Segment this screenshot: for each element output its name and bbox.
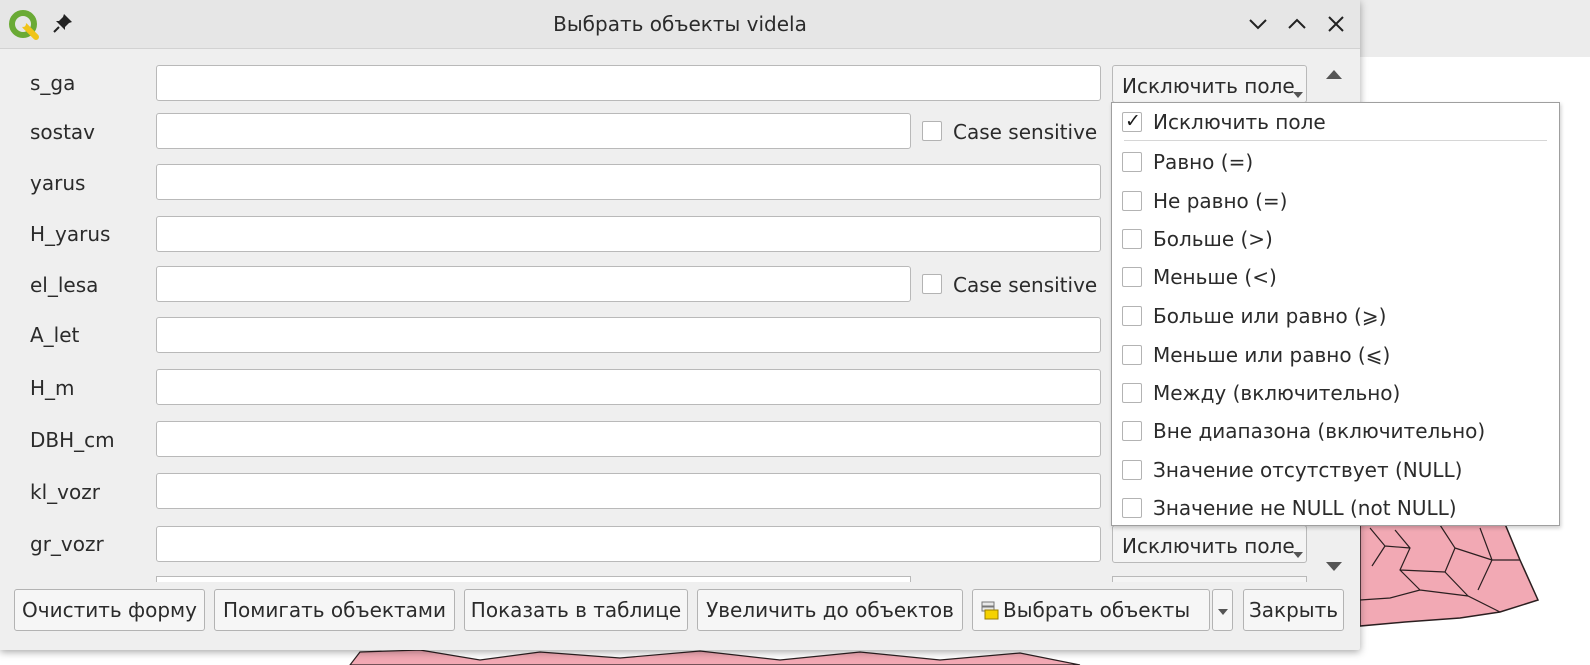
menu-item-checkbox[interactable] [1122, 383, 1142, 403]
field-input-sostav[interactable] [156, 113, 911, 149]
field-input-el_lesa[interactable] [156, 266, 911, 302]
close-window-button[interactable] [1323, 11, 1349, 37]
field-input-s_ga[interactable] [156, 65, 1101, 101]
menu-item-checkbox-checked[interactable]: ✓ [1122, 110, 1142, 132]
operator-combo-s_ga[interactable]: Исключить поле [1112, 65, 1307, 103]
menu-item-label: Не равно (=) [1153, 189, 1288, 213]
case-sensitive-label: Case sensitive [953, 120, 1098, 144]
menu-item-greater-or-equal[interactable]: Больше или равно (⩾) [1112, 298, 1559, 334]
menu-item-label: Исключить поле [1153, 110, 1326, 134]
checkmark-icon: ✓ [1125, 110, 1141, 132]
menu-item-label: Равно (=) [1153, 150, 1254, 174]
menu-item-checkbox[interactable] [1122, 229, 1142, 249]
menu-item-label: Больше (>) [1153, 227, 1273, 251]
menu-item-checkbox[interactable] [1122, 152, 1142, 172]
menu-item-checkbox[interactable] [1122, 306, 1142, 326]
field-input-A_let[interactable] [156, 317, 1101, 353]
menu-item-checkbox[interactable] [1122, 421, 1142, 441]
menu-item-is-null[interactable]: Значение отсутствует (NULL) [1112, 452, 1559, 488]
field-input-H_m[interactable] [156, 369, 1101, 405]
field-label-gr_vozr: gr_vozr [30, 532, 104, 556]
menu-item-between[interactable]: Между (включительно) [1112, 375, 1559, 411]
operator-menu: ✓ Исключить поле Равно (=) Не равно (=) … [1111, 102, 1560, 526]
field-label-A_let: A_let [30, 323, 80, 347]
field-label-kl_vozr: kl_vozr [30, 480, 100, 504]
menu-item-greater[interactable]: Больше (>) [1112, 221, 1559, 257]
flash-features-button[interactable]: Помигать объектами [214, 589, 455, 631]
menu-item-label: Между (включительно) [1153, 381, 1401, 405]
menu-item-checkbox[interactable] [1122, 460, 1142, 480]
menu-item-not-equal[interactable]: Не равно (=) [1112, 183, 1559, 219]
window-title: Выбрать объекты videla [553, 12, 807, 36]
field-input-yarus[interactable] [156, 164, 1101, 200]
map-canvas-bottom [0, 650, 1360, 665]
field-input-gr_vozr[interactable] [156, 526, 1101, 562]
maximize-button[interactable] [1284, 11, 1310, 37]
menu-item-label: Меньше (<) [1153, 265, 1277, 289]
menu-item-not-between[interactable]: Вне диапазона (включительно) [1112, 413, 1559, 449]
field-input-H_yarus[interactable] [156, 216, 1101, 252]
menu-item-label: Меньше или равно (⩽) [1153, 343, 1391, 367]
select-features-icon [981, 601, 999, 620]
case-sensitive-checkbox-sostav[interactable] [922, 121, 942, 141]
scroll-up-arrow-icon[interactable] [1326, 70, 1342, 79]
menu-item-less[interactable]: Меньше (<) [1112, 259, 1559, 295]
operator-combo-label: Исключить поле [1122, 534, 1295, 558]
field-input-partial [156, 576, 911, 582]
field-label-H_m: H_m [30, 376, 75, 400]
close-button[interactable]: Закрыть [1243, 589, 1344, 631]
title-bar: Выбрать объекты videla [0, 0, 1360, 49]
menu-item-checkbox[interactable] [1122, 345, 1142, 365]
select-features-button[interactable]: Выбрать объекты [972, 589, 1210, 631]
field-label-DBH_cm: DBH_cm [30, 428, 115, 452]
menu-separator [1124, 140, 1547, 141]
field-label-s_ga: s_ga [30, 71, 76, 95]
field-label-sostav: sostav [30, 120, 96, 144]
operator-combo-label: Исключить поле [1122, 74, 1295, 98]
case-sensitive-label: Case sensitive [953, 273, 1098, 297]
chevron-up-icon [1288, 18, 1306, 29]
menu-item-exclude-field[interactable]: ✓ Исключить поле [1112, 104, 1559, 140]
clear-form-button[interactable]: Очистить форму [14, 589, 205, 631]
field-label-H_yarus: H_yarus [30, 222, 111, 246]
case-sensitive-checkbox-el_lesa[interactable] [922, 274, 942, 294]
chevron-down-icon [1293, 92, 1303, 98]
minimize-button[interactable] [1245, 11, 1271, 37]
background-app-toolbar [1360, 0, 1590, 58]
select-features-menu-button[interactable] [1212, 589, 1233, 631]
menu-item-label: Больше или равно (⩾) [1153, 304, 1387, 328]
chevron-down-icon [1293, 552, 1303, 558]
menu-item-less-or-equal[interactable]: Меньше или равно (⩽) [1112, 337, 1559, 373]
zoom-to-features-button[interactable]: Увеличить до объектов [697, 589, 963, 631]
field-label-el_lesa: el_lesa [30, 273, 99, 297]
field-input-kl_vozr[interactable] [156, 473, 1101, 509]
scroll-down-arrow-icon[interactable] [1326, 562, 1342, 571]
menu-item-checkbox[interactable] [1122, 267, 1142, 287]
select-features-label: Выбрать объекты [1003, 598, 1191, 622]
chevron-down-icon [1218, 609, 1228, 615]
menu-item-label: Значение отсутствует (NULL) [1153, 458, 1463, 482]
menu-item-checkbox[interactable] [1122, 191, 1142, 211]
field-input-DBH_cm[interactable] [156, 421, 1101, 457]
menu-item-checkbox[interactable] [1122, 498, 1142, 518]
menu-item-equal[interactable]: Равно (=) [1112, 144, 1559, 180]
operator-combo-partial [1112, 576, 1307, 582]
menu-item-label: Вне диапазона (включительно) [1153, 419, 1486, 443]
menu-item-label: Значение не NULL (not NULL) [1153, 496, 1457, 520]
show-in-table-button[interactable]: Показать в таблице [464, 589, 688, 631]
operator-combo-gr_vozr[interactable]: Исключить поле [1112, 525, 1307, 563]
chevron-down-icon [1249, 19, 1267, 30]
close-icon [1328, 16, 1344, 32]
menu-item-is-not-null[interactable]: Значение не NULL (not NULL) [1112, 490, 1559, 526]
field-label-yarus: yarus [30, 171, 86, 195]
